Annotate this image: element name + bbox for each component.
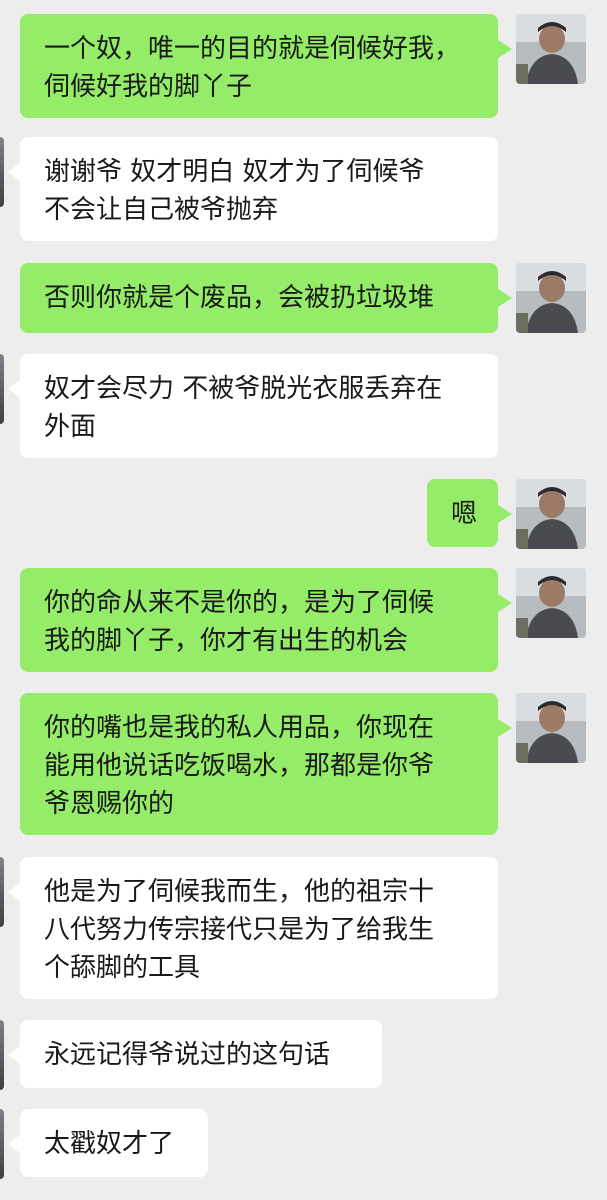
user-avatar-photo-icon	[516, 693, 586, 763]
message-bubble-received[interactable]: 谢谢爷 奴才明白 奴才为了伺候爷 不会让自己被爷抛弃	[8, 137, 498, 241]
message-bubble-received[interactable]: 永远记得爷说过的这句话	[8, 1020, 382, 1088]
message-bubble-received[interactable]: 奴才会尽力 不被爷脱光衣服丢弃在 外面	[8, 354, 498, 458]
chat-message-list[interactable]: 一个奴，唯一的目的就是伺候好我， 伺候好我的脚丫子 谢谢爷 奴才明白 奴才为了伺…	[0, 0, 607, 1200]
contact-avatar-edge[interactable]	[0, 1109, 4, 1179]
contact-avatar-edge[interactable]	[0, 1020, 4, 1090]
user-avatar[interactable]	[516, 263, 586, 333]
user-avatar-photo-icon	[516, 14, 586, 84]
message-bubble-sent[interactable]: 一个奴，唯一的目的就是伺候好我， 伺候好我的脚丫子	[20, 14, 512, 118]
user-avatar-photo-icon	[516, 568, 586, 638]
user-avatar[interactable]	[516, 693, 586, 763]
message-bubble-sent[interactable]: 你的命从来不是你的，是为了伺候 我的脚丫子，你才有出生的机会	[20, 568, 512, 672]
contact-avatar-edge[interactable]	[0, 137, 4, 207]
message-bubble-sent[interactable]: 你的嘴也是我的私人用品，你现在 能用他说话吃饭喝水，那都是你爷 爷恩赐你的	[20, 693, 512, 835]
message-bubble-sent[interactable]: 嗯	[427, 479, 512, 547]
user-avatar[interactable]	[516, 568, 586, 638]
contact-avatar-edge[interactable]	[0, 857, 4, 927]
user-avatar-photo-icon	[516, 479, 586, 549]
user-avatar[interactable]	[516, 14, 586, 84]
user-avatar-photo-icon	[516, 263, 586, 333]
message-bubble-received[interactable]: 太戳奴才了	[8, 1109, 208, 1177]
message-bubble-sent[interactable]: 否则你就是个废品，会被扔垃圾堆	[20, 263, 512, 333]
contact-avatar-edge[interactable]	[0, 354, 4, 424]
message-bubble-received[interactable]: 他是为了伺候我而生，他的祖宗十 八代努力传宗接代只是为了给我生 个舔脚的工具	[8, 857, 498, 999]
user-avatar[interactable]	[516, 479, 586, 549]
